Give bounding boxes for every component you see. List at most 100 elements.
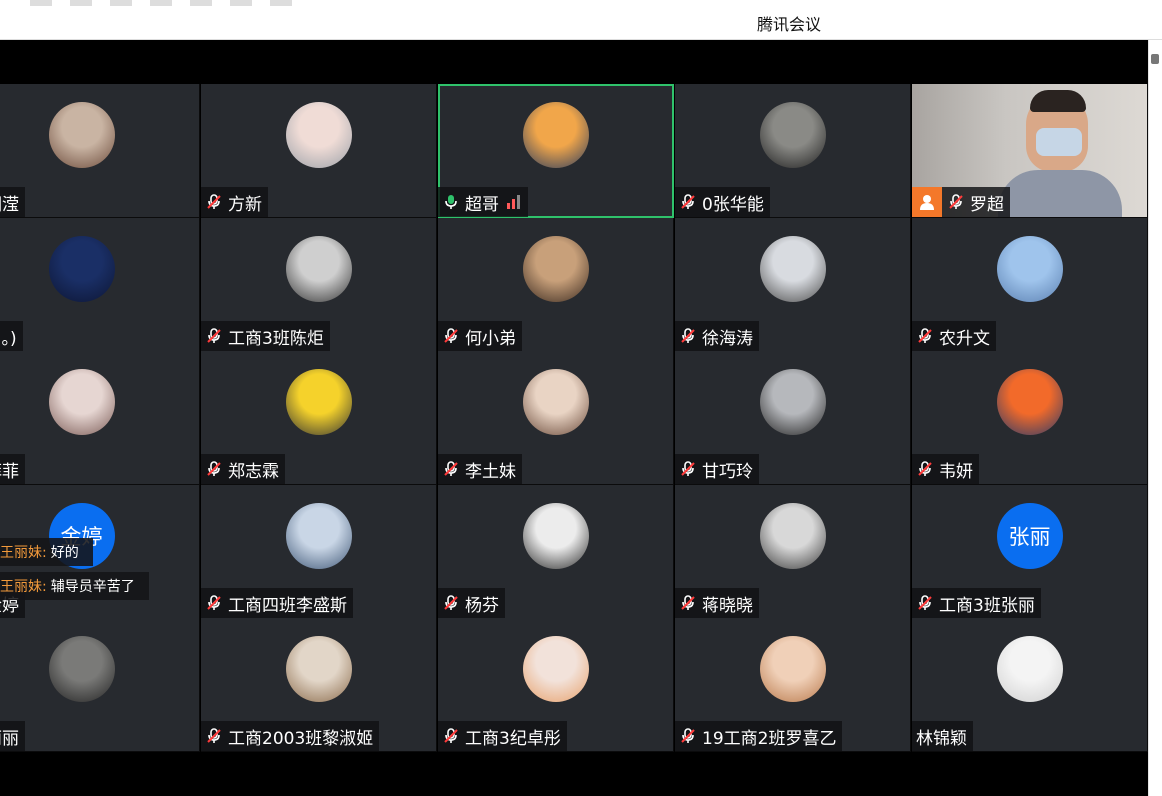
mic-muted-icon	[949, 194, 963, 209]
participant-tile[interactable]: 韦妍	[912, 351, 1148, 485]
mic-muted-icon	[444, 728, 458, 743]
browser-tabs-remnant	[30, 0, 310, 6]
participant-tile[interactable]: 农升文	[912, 218, 1148, 352]
mic-muted-icon	[207, 328, 221, 343]
mic-muted-icon	[918, 595, 932, 610]
participant-nameplate: 何小弟	[438, 321, 522, 351]
mic-muted-icon	[681, 728, 695, 743]
avatar	[996, 636, 1063, 702]
participant-tile[interactable]: 0张华能	[675, 84, 911, 218]
window-title: 腾讯会议	[757, 15, 822, 34]
mic-muted-icon	[207, 595, 221, 610]
participant-tile[interactable]: 工商四班李盛斯	[201, 485, 437, 619]
participant-name: 李土妹	[465, 461, 516, 482]
participant-tile[interactable]: 蒋晓晓	[675, 485, 911, 619]
participant-nameplate: 蒋晓晓	[675, 588, 759, 618]
participant-nameplate: 甘巧玲	[675, 454, 759, 484]
mic-muted-icon	[681, 328, 695, 343]
participant-tile[interactable]: 。·ω·。)	[0, 218, 200, 352]
participant-name: 徐海涛	[702, 328, 753, 349]
participant-name: 工商3班陈炬	[228, 328, 324, 349]
meeting-bottom-bar	[0, 754, 1148, 796]
scrollbar[interactable]	[1148, 40, 1162, 796]
participant-tile[interactable]: 工商2003班黎淑姬	[201, 618, 437, 752]
chat-message: 辅导员辛苦了	[50, 579, 135, 595]
avatar	[48, 636, 115, 702]
participant-nameplate: 农升文	[912, 321, 996, 351]
window-titlebar: 腾讯会议	[0, 0, 1162, 40]
participant-nameplate: 杨芬	[438, 588, 505, 618]
participant-name: 何小弟	[465, 328, 516, 349]
participant-tile[interactable]: 甘巧玲	[675, 351, 911, 485]
participant-tile[interactable]: 杨芬	[438, 485, 674, 619]
participant-name: 0张华能	[702, 194, 764, 215]
avatar	[48, 102, 115, 168]
participant-tile[interactable]: 工商3纪卓彤	[438, 618, 674, 752]
mic-muted-icon	[444, 328, 458, 343]
participant-tile[interactable]: 郑志霖	[201, 351, 437, 485]
scrollbar-handle[interactable]	[1151, 54, 1159, 64]
participant-name: 工商3班张丽	[939, 595, 1035, 616]
participant-tile[interactable]: 覃丽丽	[0, 618, 200, 752]
participant-name: 罗超	[970, 194, 1004, 215]
avatar	[759, 102, 826, 168]
participant-nameplate: 工商3纪卓彤	[438, 721, 567, 751]
participant-tile[interactable]: 工商3班陈炬	[201, 218, 437, 352]
participant-tile[interactable]: 林锦颖	[912, 618, 1148, 752]
chat-bubble: 王丽妹: 辅导员辛苦了	[0, 572, 149, 600]
participant-nameplate: 19工商2班罗喜乙	[675, 721, 843, 751]
avatar	[759, 236, 826, 302]
participant-name: 杨芬	[465, 595, 499, 616]
mic-muted-icon	[444, 595, 458, 610]
participant-tile[interactable]: 何小弟	[438, 218, 674, 352]
avatar	[285, 503, 352, 569]
participant-tile[interactable]: 李土妹	[438, 351, 674, 485]
avatar	[759, 503, 826, 569]
participant-tile[interactable]: 徐海涛	[675, 218, 911, 352]
avatar	[522, 503, 589, 569]
participant-name: 。·ω·。)	[0, 328, 17, 349]
mic-muted-icon	[207, 461, 221, 476]
participant-tile[interactable]: 范湘滢	[0, 84, 200, 218]
avatar	[285, 102, 352, 168]
participant-nameplate: 韦妍	[912, 454, 979, 484]
participant-tile[interactable]: 方新	[201, 84, 437, 218]
participant-tile[interactable]: 罗超	[912, 84, 1148, 218]
signal-icon	[507, 195, 520, 209]
participant-name: 方新	[228, 194, 262, 215]
chat-sender: 王丽妹:	[0, 545, 47, 561]
participant-nameplate: 方新	[201, 187, 268, 217]
chat-sender: 王丽妹:	[0, 579, 47, 595]
participant-tile[interactable]: 19工商2班罗喜乙	[675, 618, 911, 752]
chat-bubble: 王丽妹: 好的	[0, 538, 93, 566]
avatar	[48, 369, 115, 435]
participant-name: 覃丽丽	[0, 728, 19, 749]
mic-muted-icon	[207, 728, 221, 743]
mic-muted-icon	[681, 194, 695, 209]
chat-message: 好的	[50, 545, 79, 561]
avatar	[285, 236, 352, 302]
avatar	[285, 636, 352, 702]
avatar	[522, 102, 589, 168]
participant-nameplate: 。·ω·。)	[0, 321, 23, 351]
participant-name: 工商2003班黎淑姬	[228, 728, 374, 749]
avatar	[522, 236, 589, 302]
participant-tile[interactable]: 超哥	[438, 84, 674, 218]
mic-muted-icon	[444, 461, 458, 476]
meeting-top-bar	[0, 40, 1148, 84]
avatar	[48, 236, 115, 302]
participant-name: 工商3纪卓彤	[465, 728, 561, 749]
participant-tile[interactable]: 张丽 工商3班张丽	[912, 485, 1148, 619]
participant-name: 蒋晓晓	[702, 595, 753, 616]
participant-nameplate: 工商2003班黎淑姬	[201, 721, 380, 751]
participant-name: 农升文	[939, 328, 990, 349]
participant-tile[interactable]: 王菲菲	[0, 351, 200, 485]
participant-nameplate: 0张华能	[675, 187, 770, 217]
participant-nameplate: 林锦颖	[912, 721, 973, 751]
participant-nameplate: 徐海涛	[675, 321, 759, 351]
participant-name: 郑志霖	[228, 461, 279, 482]
avatar	[996, 369, 1063, 435]
mic-muted-icon	[681, 461, 695, 476]
participant-grid: 范湘滢 方新 超哥 0张华能 罗超。·ω·。) 工商3班陈炬 何小弟 徐海涛 农升文王菲菲 郑志霖…	[0, 84, 1148, 754]
participant-name: 甘巧玲	[702, 461, 753, 482]
